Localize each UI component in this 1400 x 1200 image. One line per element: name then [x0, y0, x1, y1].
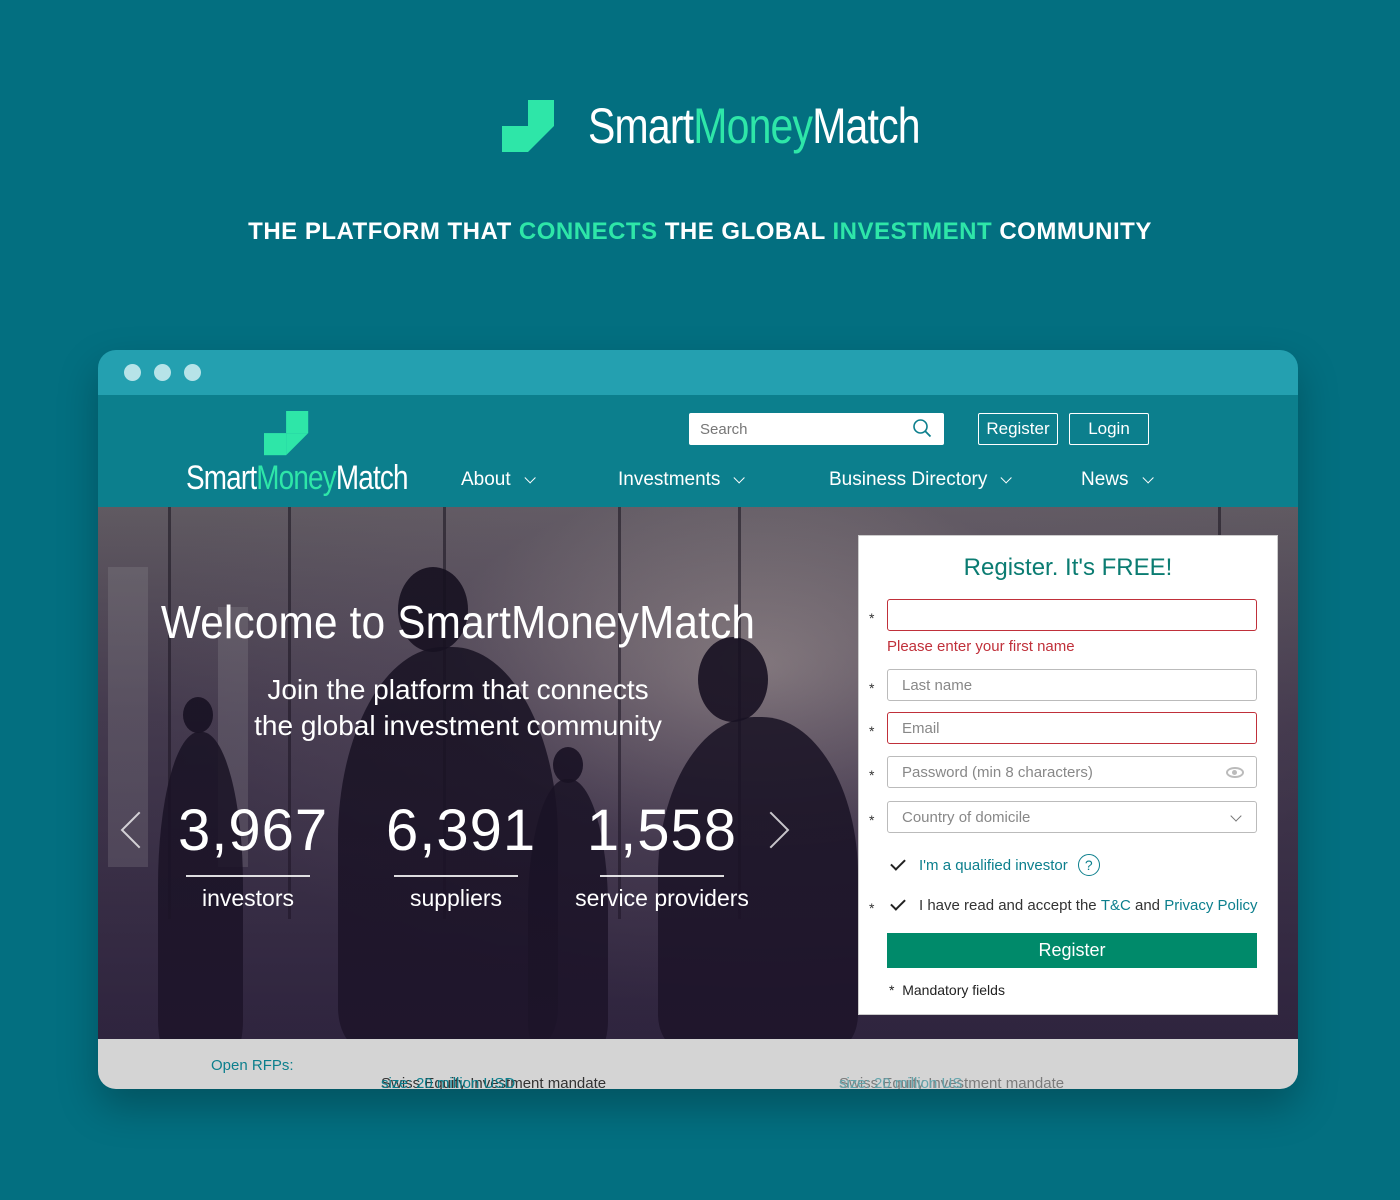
rfp-ticker: Open RFPs: Swiss Equity Investment manda… — [98, 1039, 1298, 1089]
stat-investors: 3,967 investors — [178, 798, 329, 912]
country-select[interactable]: Country of domicile — [887, 801, 1257, 833]
qualified-investor-label[interactable]: I'm a qualified investor — [919, 857, 1068, 874]
main-nav: About Investments Business Directory New… — [98, 469, 1298, 499]
logo-icon — [502, 100, 554, 152]
chevron-down-icon — [1230, 810, 1242, 822]
required-asterisk: * — [869, 900, 875, 916]
top-brand: SmartMoneyMatch — [0, 96, 1400, 156]
site-header: SmartMoneyMatch Search Register Login Ab… — [98, 395, 1298, 507]
search-input[interactable]: Search — [689, 413, 944, 445]
stat-value: 6,391 — [386, 798, 537, 863]
window-dot-close[interactable] — [124, 364, 141, 381]
required-asterisk: * — [869, 812, 875, 828]
required-asterisk: * — [869, 767, 875, 783]
chevron-down-icon — [524, 472, 536, 484]
register-submit-button[interactable]: Register — [887, 933, 1257, 968]
register-form-title: Register. It's FREE! — [963, 554, 1173, 581]
header-login-button[interactable]: Login — [1069, 413, 1149, 445]
stat-suppliers: 6,391 suppliers — [386, 798, 537, 912]
nav-label: About — [461, 469, 511, 490]
first-name-error: Please enter your first name — [887, 638, 1075, 655]
chevron-down-icon — [1000, 472, 1013, 484]
register-form: Register. It's FREE! * Please enter your… — [858, 535, 1278, 1015]
nav-label: News — [1081, 469, 1129, 490]
stat-label: service providers — [575, 885, 749, 911]
hero-subtitle-line: Join the platform that connects — [267, 674, 649, 705]
required-asterisk: * — [889, 982, 895, 998]
last-name-field[interactable]: Last name — [887, 669, 1257, 701]
password-field[interactable]: Password (min 8 characters) — [887, 756, 1257, 788]
stat-divider — [186, 875, 310, 877]
browser-window: SmartMoneyMatch Search Register Login Ab… — [98, 350, 1298, 1089]
tagline: THE PLATFORM THAT CONNECTS THE GLOBAL IN… — [248, 218, 1152, 245]
last-name-row: * Last name — [869, 669, 1267, 701]
required-asterisk: * — [869, 610, 875, 626]
country-placeholder: Country of domicile — [902, 808, 1031, 826]
terms-prefix: I have read and accept the — [919, 896, 1097, 914]
terms-and: and — [1134, 896, 1161, 914]
checkbox-checked-icon[interactable] — [890, 855, 906, 871]
required-asterisk: * — [869, 723, 875, 739]
window-dot-minimize[interactable] — [154, 364, 171, 381]
privacy-policy-link[interactable]: Privacy Policy — [1164, 897, 1257, 914]
stat-label: suppliers — [409, 885, 503, 911]
country-row: * Country of domicile — [869, 801, 1267, 833]
eye-icon[interactable] — [1226, 767, 1244, 778]
email-row: * Email — [869, 712, 1267, 744]
ticker-item-detail: size: 20 million US — [839, 1075, 963, 1089]
stat-divider — [394, 875, 518, 877]
first-name-field[interactable] — [887, 599, 1257, 631]
required-asterisk: * — [869, 680, 875, 696]
nav-item-news[interactable]: News — [1081, 469, 1154, 491]
ticker-item-detail: size: 20 million USD — [381, 1075, 516, 1089]
stat-label: investors — [201, 885, 295, 911]
search-icon[interactable] — [912, 418, 932, 438]
password-placeholder: Password (min 8 characters) — [902, 763, 1093, 781]
logo-icon — [264, 411, 309, 456]
mandatory-note: * Mandatory fields — [889, 982, 1005, 998]
search-placeholder: Search — [700, 420, 748, 438]
terms-link[interactable]: T&C — [1101, 897, 1131, 914]
help-icon[interactable]: ? — [1077, 854, 1100, 876]
terms-row: * I have read and accept the T&C and Pri… — [869, 894, 1258, 916]
checkbox-checked-icon[interactable] — [890, 895, 906, 911]
hero-title: Welcome to SmartMoneyMatch — [160, 596, 756, 648]
nav-label: Business Directory — [829, 469, 988, 490]
window-dot-maximize[interactable] — [184, 364, 201, 381]
nav-item-business-directory[interactable]: Business Directory — [829, 469, 1013, 491]
password-row: * Password (min 8 characters) — [869, 756, 1267, 788]
nav-label: Investments — [618, 469, 721, 490]
browser-titlebar — [98, 350, 1298, 395]
mandatory-note-text: Mandatory fields — [902, 982, 1005, 998]
chevron-down-icon — [733, 472, 746, 484]
hero-subtitle-line: the global investment community — [254, 710, 662, 741]
stat-divider — [600, 875, 724, 877]
header-register-button[interactable]: Register — [978, 413, 1058, 445]
stat-service-providers: 1,558 service providers — [572, 799, 752, 912]
chevron-down-icon — [1141, 472, 1154, 484]
hero-section: Welcome to SmartMoneyMatch Join the plat… — [98, 507, 1298, 1039]
brand-wordmark: SmartMoneyMatch — [588, 98, 921, 154]
nav-item-about[interactable]: About — [461, 469, 536, 491]
first-name-row: * — [869, 599, 1267, 631]
stat-value: 1,558 — [586, 798, 738, 863]
stat-value: 3,967 — [178, 798, 329, 863]
qualified-investor-row: I'm a qualified investor ? — [890, 854, 1100, 876]
hero-subtitle: Join the platform that connects the glob… — [98, 672, 818, 744]
nav-item-investments[interactable]: Investments — [618, 469, 746, 491]
email-field[interactable]: Email — [887, 712, 1257, 744]
ticker-label: Open RFPs: — [211, 1057, 294, 1074]
